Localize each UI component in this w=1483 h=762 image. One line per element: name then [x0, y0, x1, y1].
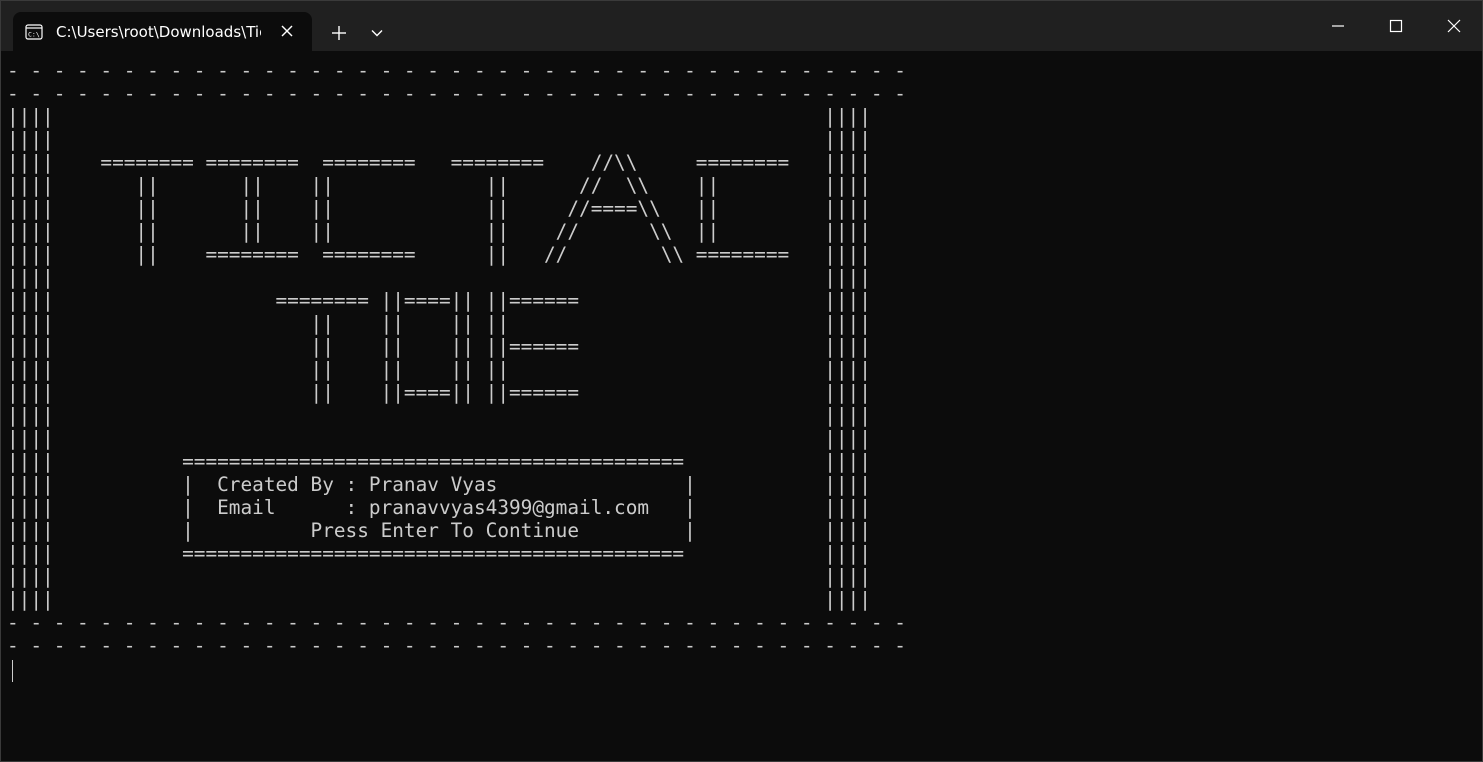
close-window-icon	[1447, 19, 1461, 33]
terminal-line: |||| ||||	[7, 427, 871, 450]
terminal-line: |||| ||||	[7, 565, 871, 588]
tab-title: C:\Users\root\Downloads\Tic	[56, 22, 261, 41]
terminal-window: C:\ C:\Users\root\Downloads\Tic - - - - …	[0, 0, 1483, 762]
chevron-down-icon[interactable]	[365, 21, 389, 45]
close-icon[interactable]	[280, 24, 294, 38]
terminal-line: |||| | Created By : Pranav Vyas | ||||	[7, 473, 871, 496]
tab-cmd[interactable]: C:\ C:\Users\root\Downloads\Tic	[13, 12, 312, 51]
close-window-button[interactable]	[1425, 1, 1483, 51]
maximize-icon	[1389, 19, 1403, 33]
terminal-line: - - - - - - - - - - - - - - - - - - - - …	[7, 82, 906, 105]
minimize-button[interactable]	[1309, 1, 1367, 51]
terminal-line: |||| || || || ||====== ||||	[7, 335, 871, 358]
terminal-line: |||| ||||	[7, 105, 871, 128]
terminal-line: - - - - - - - - - - - - - - - - - - - - …	[7, 611, 906, 634]
terminal-line: |||| ||||	[7, 588, 871, 611]
svg-text:C:\: C:\	[28, 30, 40, 38]
terminal-line: |||| || || || || ||||	[7, 312, 871, 335]
terminal-line: |||| ===================================…	[7, 450, 871, 473]
terminal-line: |||| | Email : pranavvyas4399@gmail.com …	[7, 496, 871, 519]
terminal-line: |||| ===================================…	[7, 542, 871, 565]
terminal-line: |||| ======== ||====|| ||====== ||||	[7, 289, 871, 312]
terminal-line: - - - - - - - - - - - - - - - - - - - - …	[7, 634, 906, 657]
terminal-line: |||| || || || || // \\ || ||||	[7, 174, 871, 197]
terminal-line: |||| ||||	[7, 266, 871, 289]
terminal-line: |||| ||||	[7, 128, 871, 151]
terminal-cmd-icon: C:\	[25, 23, 43, 40]
title-bar[interactable]: C:\ C:\Users\root\Downloads\Tic	[1, 1, 1482, 51]
terminal-line: |||| | Press Enter To Continue | ||||	[7, 519, 871, 542]
terminal-line: |||| || ||====|| ||====== ||||	[7, 381, 871, 404]
terminal-line: |||| ||||	[7, 404, 871, 427]
text-cursor	[12, 660, 13, 682]
terminal-line: |||| || || || || ||||	[7, 358, 871, 381]
new-tab-plus-icon[interactable]	[327, 21, 351, 45]
terminal-line: |||| || ======== ======== || // \\ =====…	[7, 243, 871, 266]
terminal-line: |||| || || || || // \\ || ||||	[7, 220, 871, 243]
terminal-line: |||| || || || || //====\\ || ||||	[7, 197, 871, 220]
terminal-output[interactable]: - - - - - - - - - - - - - - - - - - - - …	[7, 59, 906, 657]
terminal-line: - - - - - - - - - - - - - - - - - - - - …	[7, 59, 906, 82]
minimize-icon	[1332, 25, 1344, 27]
terminal-line: |||| ======== ======== ======== ========…	[7, 151, 871, 174]
maximize-button[interactable]	[1367, 1, 1425, 51]
